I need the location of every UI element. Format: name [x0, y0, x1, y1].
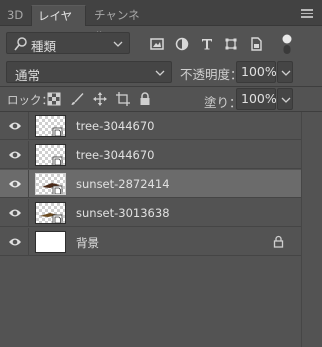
smart-object-badge-icon	[40, 213, 63, 223]
image-filter-icon[interactable]	[150, 37, 164, 51]
opacity-label: 不透明度：	[180, 67, 243, 82]
layer-thumbnail[interactable]	[35, 202, 66, 224]
tab-channels[interactable]: チャンネル	[86, 5, 154, 43]
chevron-down-icon	[113, 41, 123, 47]
smart-object-badge-icon	[52, 127, 63, 136]
opacity-input[interactable]: 100%	[236, 61, 277, 83]
smart-object-filter-icon[interactable]	[249, 37, 263, 51]
layer-row-background[interactable]: 背景	[0, 228, 301, 256]
blend-mode-select[interactable]: 通常	[6, 61, 172, 83]
layer-name: sunset-2872414	[76, 177, 170, 191]
tab-3d[interactable]: 3D	[0, 5, 32, 26]
adjustment-filter-icon[interactable]	[175, 37, 189, 51]
chevron-down-icon	[281, 97, 291, 103]
divider	[28, 199, 29, 227]
chevron-down-icon	[155, 70, 165, 76]
lock-all-icon[interactable]	[138, 92, 152, 106]
divider	[28, 112, 29, 140]
scrollbar-track[interactable]	[301, 112, 322, 347]
blend-mode-label: 通常	[15, 68, 41, 83]
layer-thumbnail[interactable]	[35, 144, 66, 166]
divider	[28, 141, 29, 169]
lock-artboard-icon[interactable]	[116, 92, 130, 106]
divider	[28, 170, 29, 198]
fill-input[interactable]: 100%	[236, 88, 277, 110]
fill-dropdown-button[interactable]	[277, 88, 293, 110]
layer-name: tree-3044670	[76, 148, 155, 162]
tab-layers[interactable]: レイヤー	[31, 5, 86, 44]
layer-name: sunset-3013638	[76, 206, 170, 220]
type-filter-icon[interactable]	[200, 37, 214, 51]
layer-filter-row: 種類	[0, 30, 322, 58]
layer-name: tree-3044670	[76, 119, 155, 133]
filter-type-select[interactable]: 種類	[6, 32, 130, 54]
layer-row[interactable]: sunset-3013638	[0, 199, 301, 227]
panel-menu-icon[interactable]	[301, 9, 313, 18]
lock-image-pixels-icon[interactable]	[70, 92, 84, 106]
divider	[28, 228, 29, 256]
smart-object-badge-icon	[52, 156, 63, 165]
lock-transparent-pixels-icon[interactable]	[47, 92, 61, 106]
shape-filter-icon[interactable]	[224, 37, 238, 51]
lock-position-icon[interactable]	[93, 92, 107, 106]
eye-visibility-icon[interactable]	[8, 178, 22, 190]
layer-name: 背景	[76, 236, 99, 250]
divider	[0, 86, 322, 87]
layers-panel: 3D レイヤー チャンネル 種類	[0, 0, 322, 347]
lock-icon[interactable]	[273, 235, 284, 248]
search-icon	[14, 37, 27, 51]
layer-thumbnail[interactable]	[35, 231, 66, 253]
eye-visibility-icon[interactable]	[8, 207, 22, 219]
eye-visibility-icon[interactable]	[8, 236, 22, 248]
eye-visibility-icon[interactable]	[8, 149, 22, 161]
layer-row-selected[interactable]: sunset-2872414	[0, 170, 301, 198]
lock-fill-row: ロック： 塗り： 100%	[0, 88, 322, 110]
opacity-dropdown-button[interactable]	[277, 61, 293, 83]
filter-type-label: 種類	[31, 39, 57, 54]
smart-object-badge-icon	[42, 183, 63, 194]
panel-tab-bar: 3D レイヤー チャンネル	[0, 0, 322, 44]
eye-visibility-icon[interactable]	[8, 120, 22, 132]
layer-row[interactable]: tree-3044670	[0, 112, 301, 140]
filter-toggle-switch[interactable]	[280, 33, 294, 55]
chevron-down-icon	[281, 70, 291, 76]
layer-thumbnail[interactable]	[35, 115, 66, 137]
layer-thumbnail[interactable]	[35, 173, 66, 195]
blend-opacity-row: 通常 不透明度： 100%	[0, 60, 322, 86]
layer-row[interactable]: tree-3044670	[0, 141, 301, 169]
